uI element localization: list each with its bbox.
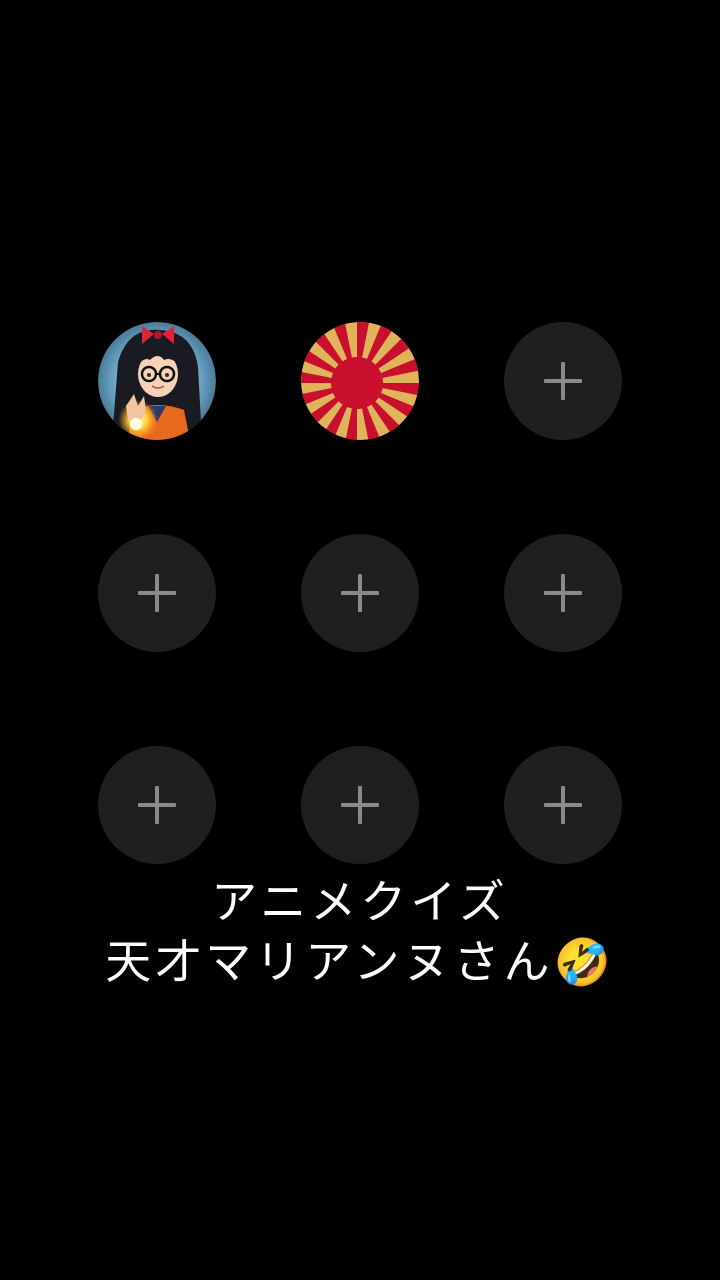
- avatar-rising-sun-flag[interactable]: [301, 322, 419, 440]
- plus-icon: [544, 362, 582, 400]
- add-slot-button[interactable]: [301, 534, 419, 652]
- add-slot-button[interactable]: [301, 746, 419, 864]
- add-slot-button[interactable]: [504, 746, 622, 864]
- add-slot-button[interactable]: [98, 534, 216, 652]
- rising-sun-flag-icon: [301, 322, 419, 440]
- avatar-anime-girl[interactable]: [98, 322, 216, 440]
- plus-icon: [341, 574, 379, 612]
- avatar-grid: [0, 0, 720, 1280]
- plus-icon: [138, 574, 176, 612]
- caption-text: アニメクイズ 天才マリアンヌさん🤣: [0, 872, 720, 992]
- plus-icon: [138, 786, 176, 824]
- plus-icon: [544, 786, 582, 824]
- add-slot-button[interactable]: [98, 746, 216, 864]
- anime-girl-icon: [98, 322, 216, 440]
- plus-icon: [544, 574, 582, 612]
- caption-line-1: アニメクイズ: [211, 875, 509, 929]
- add-slot-button[interactable]: [504, 322, 622, 440]
- caption-line-2: 天才マリアンヌさん🤣: [105, 935, 615, 989]
- add-slot-button[interactable]: [504, 534, 622, 652]
- plus-icon: [341, 786, 379, 824]
